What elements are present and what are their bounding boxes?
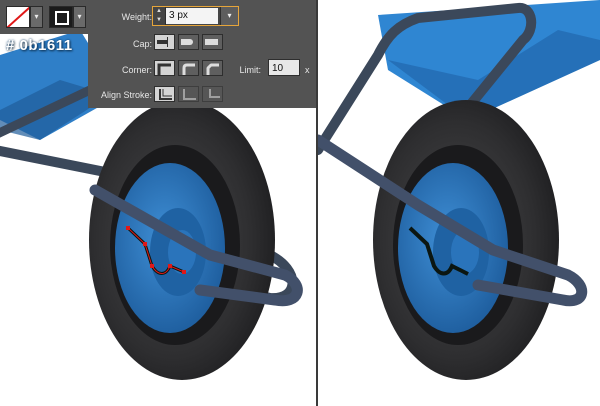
- corner-label: Corner:: [121, 65, 152, 75]
- fill-dropdown-arrow[interactable]: ▾: [30, 6, 43, 28]
- projecting-cap-icon: [205, 39, 218, 45]
- cap-label: Cap:: [132, 39, 152, 49]
- stroke-panel: Weight: ▲ ▼ 3 px ▾ Cap: Corner: Limit: 1…: [88, 0, 316, 108]
- fill-stroke-toolbar: ▾ ▾: [0, 0, 88, 34]
- align-center-icon: [159, 89, 172, 100]
- stroke-dropdown-arrow[interactable]: ▾: [73, 6, 86, 28]
- round-cap-button[interactable]: [178, 34, 199, 50]
- butt-cap-icon: [157, 37, 168, 47]
- align-stroke-label: Align Stroke:: [100, 90, 152, 100]
- right-artwork-panel: [318, 0, 600, 406]
- limit-input[interactable]: 10: [268, 59, 300, 76]
- miter-join-button[interactable]: [154, 60, 175, 76]
- align-outside-icon: [209, 89, 220, 98]
- limit-unit: x: [305, 65, 310, 75]
- weight-control: ▲ ▼ 3 px ▾: [152, 6, 239, 26]
- stroke-color-swatch[interactable]: [49, 6, 73, 28]
- align-inside-icon: [183, 89, 196, 100]
- limit-label: Limit:: [239, 65, 261, 75]
- round-cap-icon: [181, 39, 193, 45]
- align-outside-button[interactable]: [202, 86, 223, 102]
- fill-none-swatch[interactable]: [6, 6, 30, 28]
- projecting-cap-button[interactable]: [202, 34, 223, 50]
- weight-spinner[interactable]: ▲ ▼: [153, 7, 166, 25]
- bevel-join-button[interactable]: [202, 60, 223, 76]
- round-join-button[interactable]: [178, 60, 199, 76]
- weight-down-arrow[interactable]: ▼: [153, 16, 165, 25]
- wheelbarrow-illustration-final: [318, 0, 600, 380]
- round-join-icon: [182, 63, 195, 75]
- weight-label: Weight:: [121, 12, 152, 22]
- color-hex-label: # 0b1611: [6, 37, 73, 54]
- weight-up-arrow[interactable]: ▲: [153, 7, 165, 16]
- miter-join-icon: [157, 63, 171, 75]
- bevel-join-icon: [206, 63, 219, 75]
- butt-cap-button[interactable]: [154, 34, 175, 50]
- weight-input[interactable]: 3 px: [166, 8, 218, 24]
- align-center-button[interactable]: [154, 86, 175, 102]
- weight-dropdown-arrow[interactable]: ▾: [220, 7, 238, 25]
- align-inside-button[interactable]: [178, 86, 199, 102]
